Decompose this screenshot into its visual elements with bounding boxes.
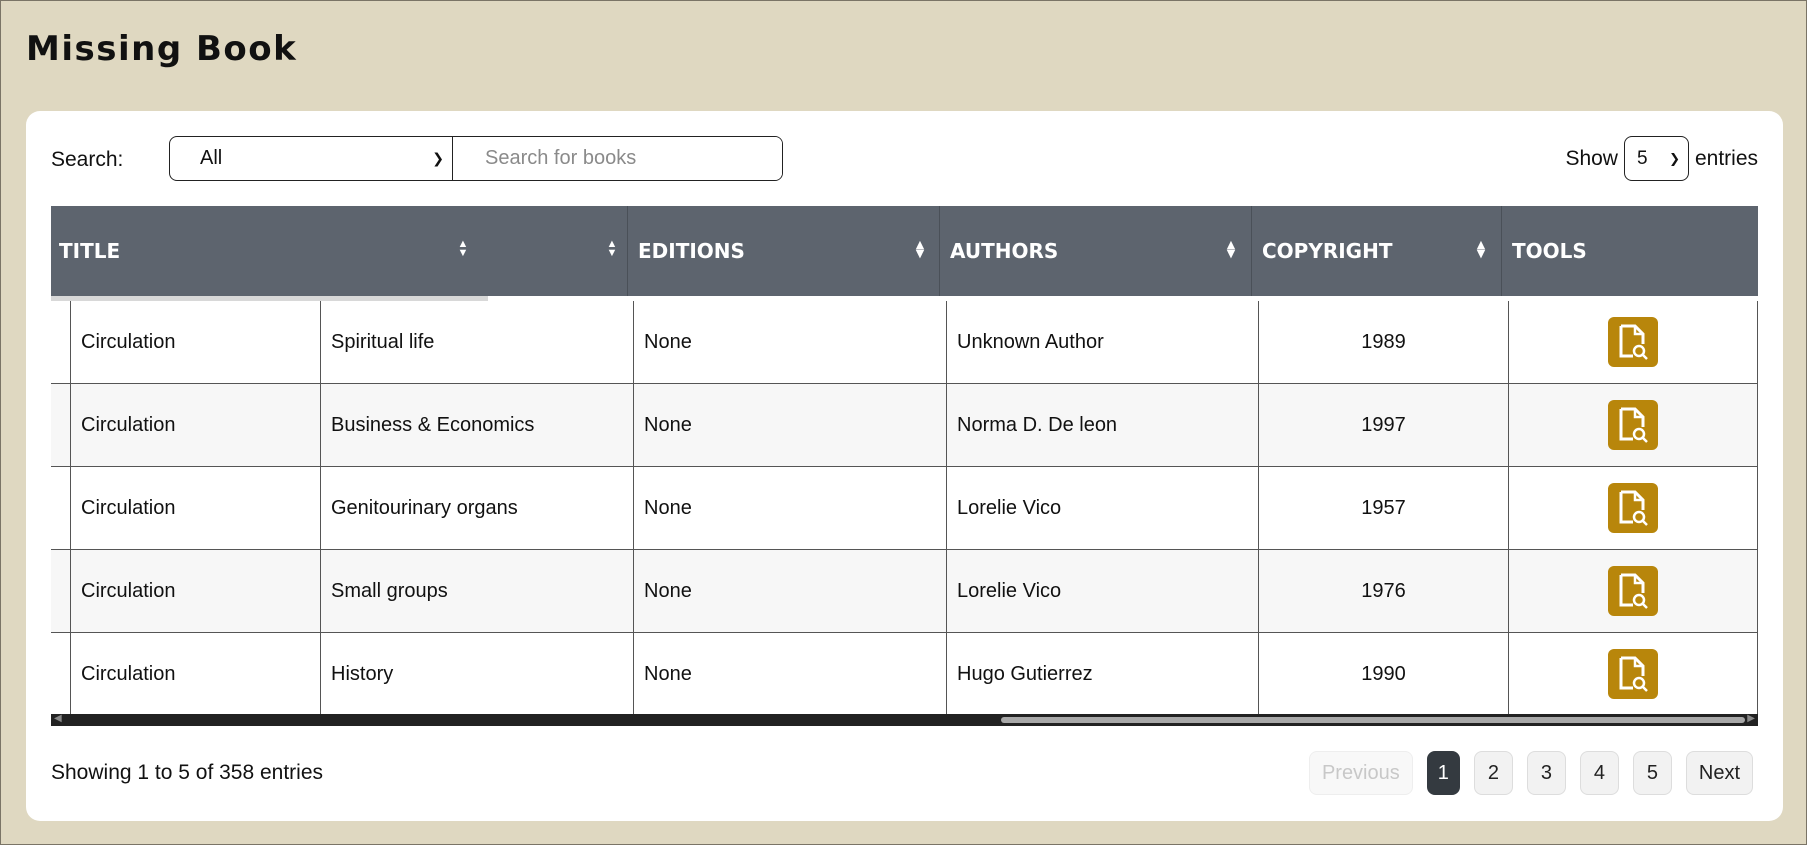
tools-cell (1508, 384, 1758, 466)
tools-cell (1508, 550, 1758, 632)
file-search-icon (1619, 490, 1648, 526)
authors-cell: Lorelie Vico (946, 550, 1258, 632)
copyright-cell: 1997 (1258, 384, 1508, 466)
sort-icon: ▲ ▼ (1476, 238, 1486, 260)
view-book-button[interactable] (1608, 649, 1658, 699)
editions-cell: None (633, 633, 946, 715)
column-header-authors[interactable]: AUTHORS ▲ ▼ (940, 206, 1252, 296)
authors-cell: Lorelie Vico (946, 467, 1258, 549)
page-button-3[interactable]: 3 (1526, 751, 1566, 795)
section-cell: Circulation (70, 467, 320, 549)
authors-cell: Norma D. De leon (946, 384, 1258, 466)
search-filter-value: All (200, 147, 223, 169)
tools-cell (1508, 301, 1758, 383)
page-length-value: 5 (1636, 147, 1648, 169)
authors-cell: Unknown Author (946, 301, 1258, 383)
books-card: Search: All ❯ Show 5 ❯ entries TITLE ▲▼ … (26, 111, 1783, 821)
books-table: TITLE ▲ ▼ ▲ ▼ EDITIONS ▲ ▼ AUTHORS ▲ ▼ COPYR… (51, 206, 1758, 726)
view-book-button[interactable] (1608, 400, 1658, 450)
search-group: All ❯ (169, 136, 783, 181)
previous-page-button[interactable]: Previous (1308, 751, 1413, 795)
copyright-cell: 1976 (1258, 550, 1508, 632)
sort-icon[interactable]: ▲ ▼ (456, 239, 470, 260)
column-header-copyright[interactable]: COPYRIGHT ▲ ▼ (1252, 206, 1502, 296)
section-cell: Circulation (70, 384, 320, 466)
search-label: Search: (51, 148, 124, 171)
copyright-cell: 1989 (1258, 301, 1508, 383)
section-cell: Circulation (70, 301, 320, 383)
scroll-right-icon[interactable]: ▶ (1747, 713, 1755, 724)
table-row[interactable]: Circulation History None Hugo Gutierrez … (51, 633, 1758, 716)
pagination: Previous 1 2 3 4 5 Next (1308, 751, 1753, 795)
column-header-editions[interactable]: EDITIONS ▲ ▼ (627, 206, 940, 296)
view-book-button[interactable] (1608, 317, 1658, 367)
table-row[interactable]: Circulation Business & Economics None No… (51, 384, 1758, 467)
page-title: Missing Book (26, 29, 298, 69)
editions-cell: None (633, 467, 946, 549)
page-button-1[interactable]: 1 (1426, 751, 1460, 795)
title-cell: Spiritual life (320, 301, 633, 383)
page-button-4[interactable]: 4 (1579, 751, 1619, 795)
file-search-icon (1619, 573, 1648, 609)
copyright-cell: 1957 (1258, 467, 1508, 549)
editions-cell: None (633, 384, 946, 466)
sort-icon[interactable]: ▲ ▼ (605, 239, 619, 260)
title-cell: Small groups (320, 550, 633, 632)
page-length-select[interactable]: 5 ❯ (1623, 136, 1689, 181)
table-info: Showing 1 to 5 of 358 entries (51, 761, 324, 784)
show-label: Show (1565, 146, 1618, 170)
title-cell: History (320, 633, 633, 715)
copyright-cell: 1990 (1258, 633, 1508, 715)
entries-label: entries (1694, 146, 1758, 170)
scrollbar-thumb[interactable] (1001, 717, 1745, 723)
tools-cell (1508, 467, 1758, 549)
view-book-button[interactable] (1608, 483, 1658, 533)
page-button-5[interactable]: 5 (1632, 751, 1672, 795)
view-book-button[interactable] (1608, 566, 1658, 616)
editions-cell: None (633, 550, 946, 632)
authors-cell: Hugo Gutierrez (946, 633, 1258, 715)
table-row[interactable]: Circulation Spiritual life None Unknown … (51, 301, 1758, 384)
column-header-title[interactable]: TITLE (51, 206, 627, 296)
page-button-2[interactable]: 2 (1473, 751, 1513, 795)
sort-icon: ▲ ▼ (1226, 238, 1236, 260)
table-header: TITLE ▲ ▼ ▲ ▼ EDITIONS ▲ ▼ AUTHORS ▲ ▼ COPYR… (51, 206, 1758, 296)
file-search-icon (1619, 407, 1648, 443)
title-cell: Business & Economics (320, 384, 633, 466)
column-header-tools: TOOLS (1512, 239, 1587, 263)
file-search-icon (1619, 324, 1648, 360)
sort-icon: ▲ ▼ (915, 238, 925, 260)
horizontal-scrollbar[interactable]: ◀ ▶ (51, 713, 1758, 726)
tools-cell (1508, 633, 1758, 715)
search-filter-select[interactable]: All ❯ (170, 137, 453, 180)
file-search-icon (1619, 656, 1648, 692)
scroll-left-icon[interactable]: ◀ (54, 713, 62, 724)
next-page-button[interactable]: Next (1685, 751, 1753, 795)
chevron-down-icon: ❯ (432, 150, 444, 166)
title-cell: Genitourinary organs (320, 467, 633, 549)
section-cell: Circulation (70, 633, 320, 715)
table-row[interactable]: Circulation Genitourinary organs None Lo… (51, 467, 1758, 550)
table-row[interactable]: Circulation Small groups None Lorelie Vi… (51, 550, 1758, 633)
search-input[interactable] (453, 137, 782, 180)
page-length-control: Show 5 ❯ entries (1565, 136, 1758, 181)
editions-cell: None (633, 301, 946, 383)
chevron-down-icon: ❯ (1669, 150, 1680, 166)
table-controls: Search: All ❯ Show 5 ❯ entries (51, 136, 1758, 181)
section-cell: Circulation (70, 550, 320, 632)
